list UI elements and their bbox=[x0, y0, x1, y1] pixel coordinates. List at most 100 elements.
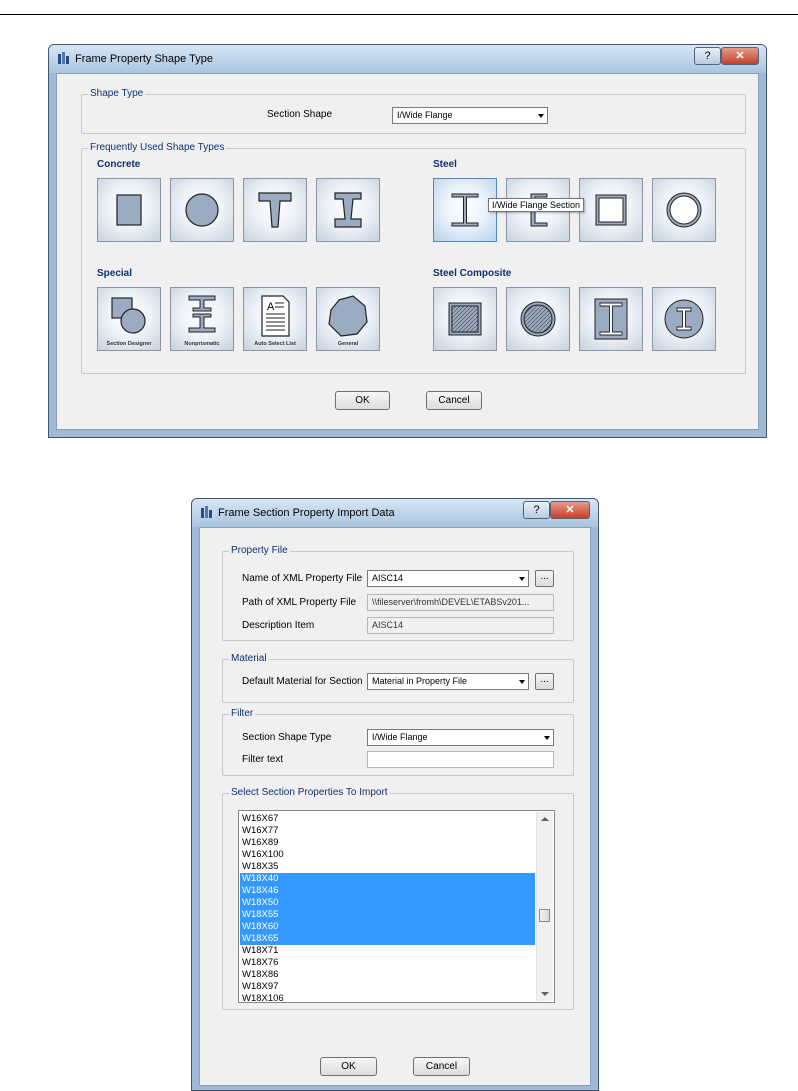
concrete-rectangle-button[interactable] bbox=[97, 178, 161, 242]
list-item[interactable]: W16X67 bbox=[240, 813, 535, 825]
filled-pipe-icon bbox=[520, 301, 556, 337]
concrete-tee-button[interactable] bbox=[243, 178, 307, 242]
list-item[interactable]: W18X65 bbox=[240, 933, 535, 945]
steel-pipe-button[interactable] bbox=[652, 178, 716, 242]
caption: Section Designer bbox=[106, 341, 152, 347]
browse-material-button[interactable]: ... bbox=[535, 673, 554, 690]
list-item[interactable]: W18X35 bbox=[240, 861, 535, 873]
shape-type-dialog: Frame Property Shape Type ? ✕ Shape Type… bbox=[48, 44, 767, 438]
import-data-dialog: Frame Section Property Import Data ? ✕ P… bbox=[191, 498, 599, 1091]
browse-file-button[interactable]: ... bbox=[535, 570, 554, 587]
special-heading: Special bbox=[97, 268, 133, 279]
composite-encased-rectangle-button[interactable] bbox=[579, 287, 643, 351]
window-title: Frame Section Property Import Data bbox=[218, 507, 395, 519]
caption: Auto Select List bbox=[254, 341, 296, 347]
svg-text:A: A bbox=[267, 301, 275, 313]
default-material-label: Default Material for Section bbox=[242, 676, 363, 687]
group-label: Frequently Used Shape Types bbox=[88, 142, 227, 153]
concrete-heading: Concrete bbox=[97, 159, 141, 170]
group-label: Filter bbox=[229, 708, 256, 719]
encased-i-beam-icon bbox=[594, 298, 628, 340]
help-button[interactable]: ? bbox=[523, 501, 550, 519]
window-title: Frame Property Shape Type bbox=[75, 53, 213, 65]
shape-tooltip: I/Wide Flange Section bbox=[488, 198, 585, 212]
filter-text-input[interactable] bbox=[367, 751, 554, 768]
section-shape-label: Section Shape bbox=[267, 109, 333, 120]
list-item[interactable]: W18X71 bbox=[240, 945, 535, 957]
section-shape-select[interactable]: I/Wide Flange bbox=[392, 107, 548, 124]
list-item[interactable]: W18X40 bbox=[240, 873, 535, 885]
dialog-client: Shape Type Section Shape I/Wide Flange F… bbox=[56, 73, 759, 430]
app-icon bbox=[201, 506, 212, 518]
chevron-down-icon bbox=[538, 114, 544, 118]
composite-filled-pipe-button[interactable] bbox=[506, 287, 570, 351]
section-shape-type-select[interactable]: I/Wide Flange bbox=[367, 729, 554, 746]
encased-circle-i-beam-icon bbox=[664, 299, 704, 339]
combo-value: I/Wide Flange bbox=[372, 732, 428, 742]
steel-composite-heading: Steel Composite bbox=[433, 268, 512, 279]
composite-encased-circle-button[interactable] bbox=[652, 287, 716, 351]
description-field: AISC14 bbox=[367, 617, 554, 634]
list-item[interactable]: W18X46 bbox=[240, 885, 535, 897]
combo-value: AISC14 bbox=[372, 573, 404, 583]
tube-icon bbox=[595, 194, 627, 226]
close-button[interactable]: ✕ bbox=[721, 47, 759, 65]
list-item[interactable]: W18X106 bbox=[240, 993, 535, 1002]
combo-value: Material in Property File bbox=[372, 676, 468, 686]
composite-filled-tube-button[interactable] bbox=[433, 287, 497, 351]
description-label: Description Item bbox=[242, 620, 315, 631]
list-item[interactable]: W16X100 bbox=[240, 849, 535, 861]
ok-button[interactable]: OK bbox=[335, 391, 390, 410]
app-icon bbox=[58, 52, 69, 64]
field-value: \\fileserver\fromh\DEVEL\ETABSv201... bbox=[372, 597, 530, 607]
auto-select-list-button[interactable]: A Auto Select List bbox=[243, 287, 307, 351]
list-item[interactable]: W18X50 bbox=[240, 897, 535, 909]
default-material-select[interactable]: Material in Property File bbox=[367, 673, 529, 690]
caption: General bbox=[337, 341, 359, 347]
list-item[interactable]: W18X76 bbox=[240, 957, 535, 969]
concrete-circle-button[interactable] bbox=[170, 178, 234, 242]
combo-value: I/Wide Flange bbox=[397, 110, 453, 120]
chevron-down-icon bbox=[544, 736, 550, 740]
scroll-up-icon[interactable] bbox=[541, 817, 549, 821]
nonprismatic-button[interactable]: Nonprismatic bbox=[170, 287, 234, 351]
steel-tube-button[interactable] bbox=[579, 178, 643, 242]
section-listbox[interactable]: W16X67 W16X77 W16X89 W16X100 W18X35 W18X40 W18… bbox=[238, 810, 555, 1003]
ok-button[interactable]: OK bbox=[320, 1057, 377, 1076]
circle-icon bbox=[185, 193, 219, 227]
xml-file-label: Name of XML Property File bbox=[242, 573, 363, 584]
group-label: Property File bbox=[229, 545, 290, 556]
concrete-i-beam-button[interactable] bbox=[316, 178, 380, 242]
list-item[interactable]: W18X97 bbox=[240, 981, 535, 993]
xml-file-select[interactable]: AISC14 bbox=[367, 570, 529, 587]
group-label: Shape Type bbox=[88, 88, 146, 99]
dialog-client: Property File Name of XML Property File … bbox=[199, 527, 591, 1086]
scroll-thumb[interactable] bbox=[539, 909, 550, 922]
close-button[interactable]: ✕ bbox=[550, 501, 590, 519]
page-top-rule bbox=[0, 14, 798, 15]
section-shape-type-label: Section Shape Type bbox=[242, 732, 332, 743]
cancel-button[interactable]: Cancel bbox=[413, 1057, 470, 1076]
cancel-button[interactable]: Cancel bbox=[426, 391, 482, 410]
list-item[interactable]: W16X77 bbox=[240, 825, 535, 837]
title-bar[interactable]: Frame Section Property Import Data ? ✕ bbox=[192, 499, 598, 527]
list-item[interactable]: W18X55 bbox=[240, 909, 535, 921]
list-scrollbar[interactable] bbox=[536, 812, 553, 1001]
steel-heading: Steel bbox=[433, 159, 457, 170]
group-label: Select Section Properties To Import bbox=[229, 787, 390, 798]
help-button[interactable]: ? bbox=[694, 47, 721, 65]
chevron-down-icon bbox=[519, 680, 525, 684]
scroll-down-icon[interactable] bbox=[541, 992, 549, 996]
path-field: \\fileserver\fromh\DEVEL\ETABSv201... bbox=[367, 594, 554, 611]
list-item[interactable]: W18X60 bbox=[240, 921, 535, 933]
i-beam-icon bbox=[334, 192, 362, 228]
list-item[interactable]: W18X86 bbox=[240, 969, 535, 981]
general-section-button[interactable]: General bbox=[316, 287, 380, 351]
list-item[interactable]: W16X89 bbox=[240, 837, 535, 849]
caption: Nonprismatic bbox=[184, 341, 220, 347]
field-value: AISC14 bbox=[372, 620, 404, 630]
filled-tube-icon bbox=[448, 302, 482, 336]
title-bar[interactable]: Frame Property Shape Type ? ✕ bbox=[49, 45, 766, 73]
chevron-down-icon bbox=[519, 577, 525, 581]
section-designer-button[interactable]: Section Designer bbox=[97, 287, 161, 351]
